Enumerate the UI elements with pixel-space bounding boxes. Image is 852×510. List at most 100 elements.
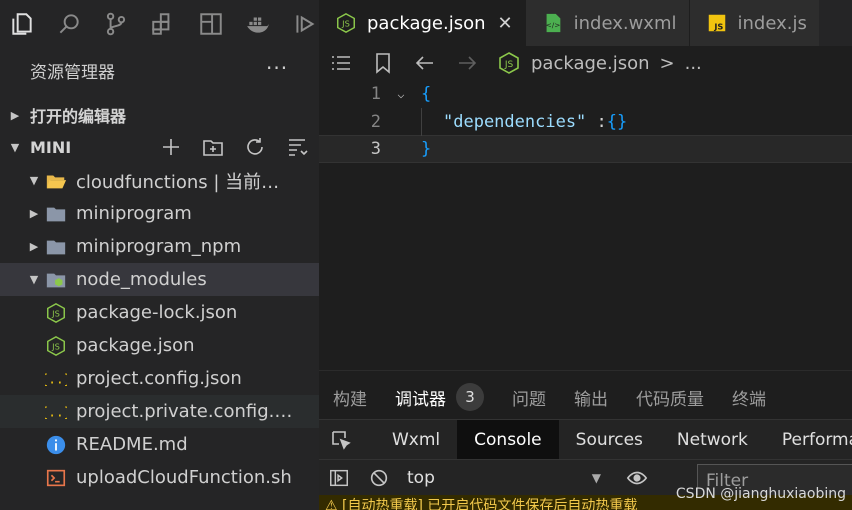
wxml-file-icon: </> xyxy=(542,12,564,34)
tab-problems[interactable]: 问题 xyxy=(498,385,560,410)
layout-icon[interactable] xyxy=(197,10,224,38)
tree-item-upload-sh[interactable]: uploadCloudFunction.sh xyxy=(0,461,319,494)
breadcrumb-ellipsis[interactable]: ... xyxy=(685,53,702,74)
sidebar: 资源管理器 ··· ▶ 打开的编辑器 ▼ MINI ▼ cloudfunctio… xyxy=(0,0,319,510)
tree-item-package-lock[interactable]: JS package-lock.json xyxy=(0,296,319,329)
source-control-icon[interactable] xyxy=(103,10,130,38)
tree-item-label: package.json xyxy=(76,335,195,356)
refresh-icon[interactable] xyxy=(243,135,267,159)
new-file-icon[interactable] xyxy=(159,135,183,159)
folder-open-icon xyxy=(44,169,68,193)
tree-item-label: cloudfunctions | 当前环... xyxy=(76,171,296,193)
indent-guide xyxy=(421,108,422,136)
tree-item-miniprogram-npm[interactable]: ▶ miniprogram_npm xyxy=(0,230,319,263)
tree-item-node-modules[interactable]: ▼ node_modules xyxy=(0,263,319,296)
tab-build[interactable]: 构建 xyxy=(319,385,381,410)
chevron-down-icon: ▼ xyxy=(29,273,39,286)
activity-bar xyxy=(0,0,319,48)
tab-code-quality[interactable]: 代码质量 xyxy=(622,385,718,410)
nodejs-file-icon: JS xyxy=(335,12,357,34)
line-number: 2 xyxy=(370,112,381,132)
close-icon[interactable]: ✕ xyxy=(498,13,513,34)
svg-text:JS: JS xyxy=(51,341,60,351)
workspace-tools xyxy=(159,132,309,162)
debugger-count-badge: 3 xyxy=(456,383,484,411)
nodejs-file-icon: JS xyxy=(44,301,68,325)
docker-icon[interactable] xyxy=(244,10,271,38)
code-open-brace: { xyxy=(421,84,432,104)
json-key: "dependencies" xyxy=(443,112,587,132)
nodejs-file-icon: JS xyxy=(44,334,68,358)
tab-output[interactable]: 输出 xyxy=(560,385,622,410)
debug-icon[interactable] xyxy=(292,10,319,38)
collapse-all-icon[interactable] xyxy=(285,135,309,159)
breadcrumb-file-label: package.json xyxy=(531,52,650,74)
workspace-section[interactable]: ▼ MINI xyxy=(0,132,319,162)
tab-wxml[interactable]: Wxml xyxy=(375,420,457,460)
chevron-right-icon: ▶ xyxy=(29,207,39,220)
tab-console[interactable]: Console xyxy=(457,419,559,460)
svg-text:</>: </> xyxy=(545,21,560,30)
tab-debugger[interactable]: 调试器 3 xyxy=(381,383,498,411)
tree-item-cloudfunctions[interactable]: ▼ cloudfunctions | 当前环... xyxy=(0,164,319,197)
tree-item-label: node_modules xyxy=(76,269,207,290)
json-file-icon: {..} xyxy=(44,367,68,391)
js-file-icon: JS xyxy=(706,12,728,34)
devtools-tabs: Wxml Console Sources Network Performa xyxy=(319,419,852,460)
tab-label: index.js xyxy=(737,12,807,34)
clear-console-icon[interactable] xyxy=(359,467,399,489)
tab-network[interactable]: Network xyxy=(660,420,765,460)
shell-file-icon xyxy=(44,466,68,490)
forward-arrow-icon[interactable] xyxy=(455,51,479,75)
svg-text:JS: JS xyxy=(713,21,723,31)
breadcrumb: JS package.json > ... xyxy=(319,46,852,80)
context-select[interactable]: top ▼ xyxy=(399,463,609,493)
tree-item-label: project.config.json xyxy=(76,368,242,389)
chevron-right-icon: ▶ xyxy=(10,108,20,122)
inspect-element-icon[interactable] xyxy=(319,420,363,460)
code-close-brace: } xyxy=(421,139,432,159)
dropdown-arrow-icon: ▼ xyxy=(591,470,601,485)
back-arrow-icon[interactable] xyxy=(413,51,437,75)
list-icon[interactable] xyxy=(329,51,353,75)
workspace-label: MINI xyxy=(30,137,72,157)
json-value: {} xyxy=(606,112,628,132)
breadcrumb-separator: > xyxy=(659,52,675,74)
tab-index-js[interactable]: JS index.js xyxy=(689,0,819,46)
search-icon[interactable] xyxy=(55,10,82,38)
tree-item-package-json[interactable]: JS package.json xyxy=(0,329,319,362)
json-file-icon: {..} xyxy=(44,400,68,424)
more-actions-icon[interactable]: ··· xyxy=(266,56,288,80)
line-number: 1 xyxy=(370,84,381,104)
nodejs-file-icon: JS xyxy=(499,52,519,74)
tab-package-json[interactable]: JS package.json ✕ xyxy=(319,0,526,46)
svg-text:JS: JS xyxy=(51,308,60,318)
tab-terminal[interactable]: 终端 xyxy=(718,385,780,410)
new-folder-icon[interactable] xyxy=(201,135,225,159)
editor-tabs: JS package.json ✕ </> index.wxml JS inde… xyxy=(319,0,852,46)
tab-sources[interactable]: Sources xyxy=(559,420,660,460)
extensions-icon[interactable] xyxy=(150,10,177,38)
watermark: CSDN @jianghuxiaobing xyxy=(675,486,846,502)
bookmark-icon[interactable] xyxy=(371,51,395,75)
eye-icon[interactable] xyxy=(617,467,657,489)
tree-item-project-private-config[interactable]: {..} project.private.config.json xyxy=(0,395,319,428)
explorer-icon[interactable] xyxy=(8,10,35,38)
code-line-3: 3 } xyxy=(319,135,852,163)
file-tree: ▼ cloudfunctions | 当前环... ▶ miniprogram … xyxy=(0,164,319,494)
chevron-right-icon: ▶ xyxy=(29,240,39,253)
tree-item-readme[interactable]: README.md xyxy=(0,428,319,461)
tree-item-project-config[interactable]: {..} project.config.json xyxy=(0,362,319,395)
tab-label: package.json xyxy=(367,12,486,34)
open-editors-label: 打开的编辑器 xyxy=(30,107,127,126)
svg-text:{..}: {..} xyxy=(45,405,67,420)
fold-chevron-icon[interactable]: ⌵ xyxy=(381,87,421,101)
sidebar-toggle-icon[interactable] xyxy=(319,467,359,489)
code-editor[interactable]: 1 ⌵ { 2 "dependencies" :{} 3 } xyxy=(319,80,852,370)
tab-index-wxml[interactable]: </> index.wxml xyxy=(525,0,690,46)
breadcrumb-file[interactable]: JS package.json > ... xyxy=(497,51,702,75)
tree-item-miniprogram[interactable]: ▶ miniprogram xyxy=(0,197,319,230)
tab-performance[interactable]: Performa xyxy=(765,420,852,460)
open-editors-section[interactable]: ▶ 打开的编辑器 xyxy=(0,100,319,130)
svg-text:JS: JS xyxy=(341,19,350,29)
